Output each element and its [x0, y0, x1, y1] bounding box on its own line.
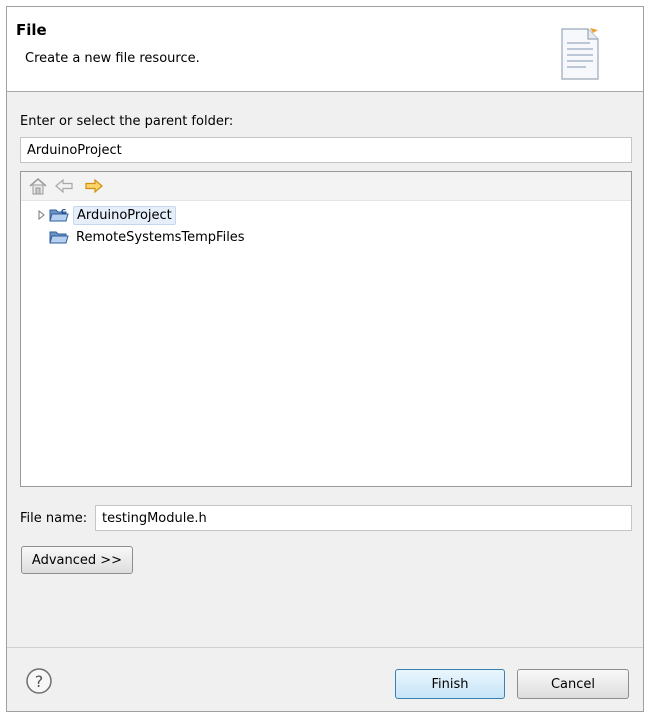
file-name-input[interactable]: [95, 505, 632, 531]
tree-item-label: RemoteSystemsTempFiles: [76, 229, 245, 245]
home-icon[interactable]: [27, 176, 49, 196]
page-description: Create a new file resource.: [25, 51, 200, 66]
dialog-header: File Create a new file resource.: [7, 7, 643, 92]
tree-toolbar: [21, 172, 631, 201]
folder-tree[interactable]: C ArduinoProject RemoteSystemsTempFiles: [20, 171, 632, 487]
svg-text:C: C: [61, 208, 66, 216]
file-document-icon: [561, 28, 599, 80]
advanced-button[interactable]: Advanced >>: [21, 546, 133, 574]
tree-item-label: ArduinoProject: [73, 205, 176, 225]
c-project-folder-icon: C: [49, 208, 69, 222]
cancel-button[interactable]: Cancel: [517, 669, 629, 699]
parent-folder-label: Enter or select the parent folder:: [20, 114, 234, 129]
help-icon[interactable]: ?: [25, 667, 53, 695]
tree-item-arduinoproject[interactable]: C ArduinoProject: [35, 204, 176, 226]
svg-text:?: ?: [35, 672, 44, 691]
finish-button[interactable]: Finish: [395, 669, 505, 699]
parent-folder-input[interactable]: [20, 137, 632, 163]
open-folder-icon: [49, 231, 69, 244]
footer-divider: [7, 647, 643, 648]
new-file-dialog: File Create a new file resource. Enter o…: [6, 6, 644, 712]
file-name-label: File name:: [20, 511, 88, 526]
expand-arrow-icon[interactable]: [35, 208, 49, 222]
tree-item-remotesystemstempfiles[interactable]: RemoteSystemsTempFiles: [35, 226, 248, 248]
page-title: File: [16, 21, 47, 39]
back-arrow-icon[interactable]: [53, 176, 75, 196]
forward-arrow-icon[interactable]: [83, 176, 105, 196]
